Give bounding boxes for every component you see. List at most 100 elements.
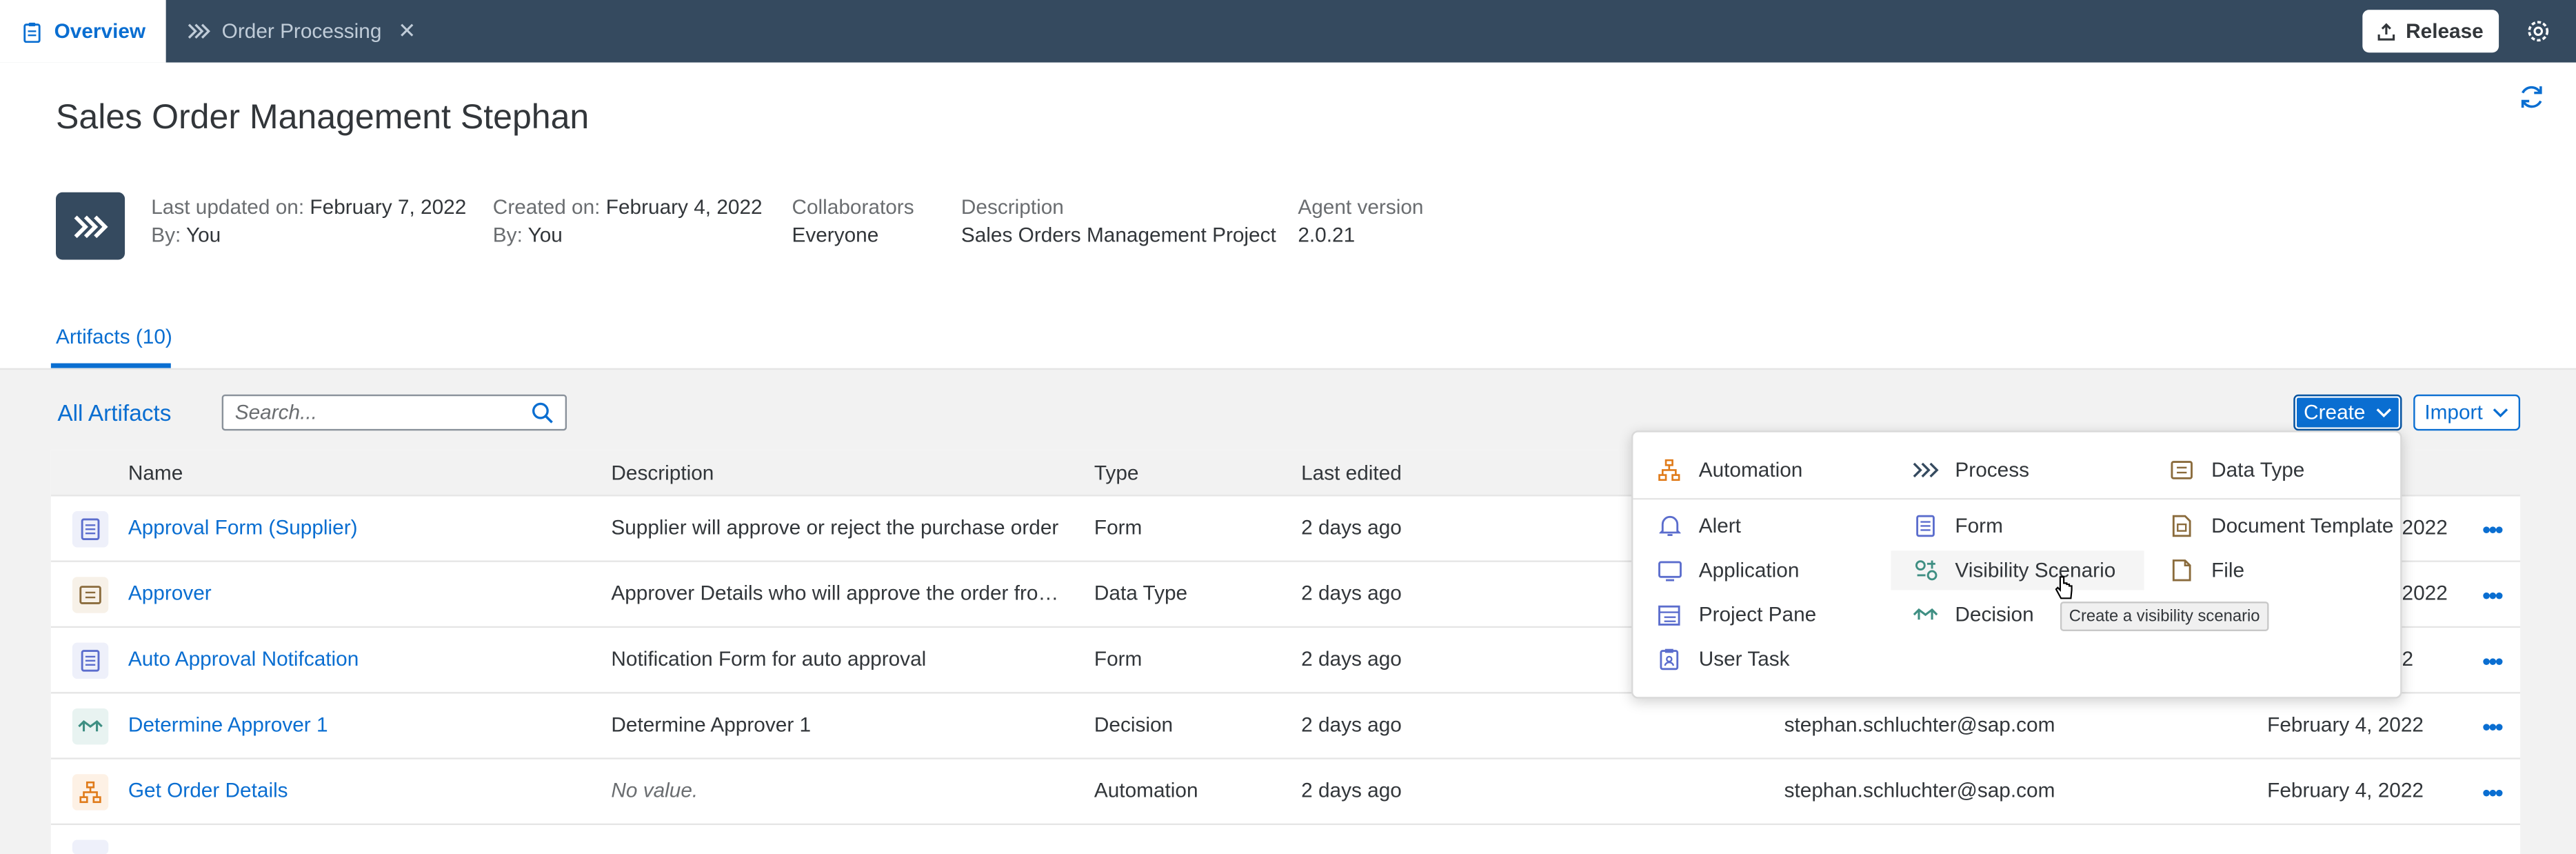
menu-item-visibility-scenario[interactable]: Visibility Scenario — [1891, 550, 2144, 590]
upload-icon — [2378, 22, 2395, 40]
search-field[interactable] — [221, 394, 567, 431]
create-menu: Automation Process Data Type Alert Appli… — [1631, 430, 2402, 699]
section-heading: All Artifacts — [57, 399, 172, 426]
artifact-last-edited: 2 days ago — [1301, 647, 1402, 671]
column-name[interactable]: Name — [128, 462, 183, 485]
create-button[interactable]: Create — [2293, 394, 2402, 431]
artifact-name-link[interactable]: Auto Approval Notifcation — [128, 648, 359, 671]
menu-item-user-task[interactable]: User Task — [1656, 639, 1790, 679]
menu-item-label: Project Pane — [1698, 603, 1817, 626]
tooltip: Create a visibility scenario — [2060, 602, 2269, 631]
menu-item-process[interactable]: Process — [1912, 450, 2029, 490]
artifact-last-edited: 2 days ago — [1301, 582, 1402, 605]
chevron-down-icon — [2376, 408, 2391, 418]
last-by-value: You — [185, 224, 221, 247]
file-icon — [2169, 557, 2195, 584]
menu-item-file[interactable]: File — [2169, 550, 2244, 590]
close-icon[interactable]: ✕ — [398, 18, 416, 44]
collaborators-value: Everyone — [792, 224, 879, 247]
created-value: February 4, 2022 — [605, 195, 763, 219]
artifact-created-date: February 4, 2022 — [2267, 713, 2424, 737]
artifact-type: Form — [1094, 516, 1143, 539]
artifact-name-link[interactable]: Get Order Details — [128, 779, 288, 802]
more-options-icon[interactable]: ••• — [2482, 516, 2503, 542]
menu-item-label: Document Template — [2211, 514, 2394, 538]
artifact-created-date: 2022 — [2402, 516, 2448, 539]
menu-item-label: Visibility Scenario — [1955, 559, 2116, 582]
document-template-icon — [2169, 513, 2195, 539]
menu-item-form[interactable]: Form — [1912, 506, 2003, 546]
import-button[interactable]: Import — [2413, 394, 2521, 431]
menu-item-project-pane[interactable]: Project Pane — [1656, 595, 1816, 635]
form-icon — [72, 511, 109, 548]
more-options-icon[interactable]: ••• — [2482, 779, 2503, 805]
menu-item-label: Application — [1698, 559, 1800, 582]
automation-icon — [1656, 457, 1682, 483]
artifact-type: Form — [1094, 647, 1143, 671]
artifact-last-edited: 2 days ago — [1301, 779, 1402, 802]
last-updated-value: February 7, 2022 — [310, 195, 467, 219]
artifact-name-link[interactable]: Determine Approver 1 — [128, 713, 328, 736]
tab-artifacts[interactable]: Artifacts (10) — [56, 326, 172, 348]
chevron-down-icon — [2493, 408, 2508, 418]
last-updated-label: Last updated on: — [151, 195, 305, 219]
created-by-value: You — [527, 224, 563, 247]
page-title: Sales Order Management Stephan — [56, 98, 590, 137]
column-last-edited[interactable]: Last edited — [1301, 462, 1402, 485]
tab-order-processing[interactable]: Order Processing ✕ — [188, 0, 416, 63]
meta-last-updated: Last updated on: February 7, 2022 By: Yo… — [151, 194, 466, 250]
artifact-type: Automation — [1094, 779, 1198, 802]
menu-item-automation[interactable]: Automation — [1656, 450, 1802, 490]
form-icon — [1912, 513, 1938, 539]
artifact-name-link[interactable]: Approver — [128, 582, 212, 604]
meta-agent-version: Agent version 2.0.21 — [1298, 194, 1423, 250]
menu-item-application[interactable]: Application — [1656, 550, 1800, 590]
more-options-icon[interactable]: ••• — [2482, 713, 2503, 739]
agent-version-value: 2.0.21 — [1298, 224, 1356, 247]
created-by-label: By: — [492, 224, 523, 247]
artifact-name-link[interactable]: Approval Form (Supplier) — [128, 516, 358, 539]
artifact-created-date: 2022 — [2402, 582, 2448, 605]
process-chevrons-icon — [74, 215, 108, 237]
artifact-description: Supplier will approve or reject the purc… — [611, 516, 1059, 539]
project-avatar — [56, 192, 125, 260]
created-label: Created on: — [492, 195, 601, 219]
table-row[interactable] — [50, 825, 2521, 854]
last-by-label: By: — [151, 224, 181, 247]
process-chevrons-icon — [1912, 457, 1939, 483]
artifact-last-edited: 2 days ago — [1301, 516, 1402, 539]
release-label: Release — [2406, 19, 2484, 43]
menu-item-alert[interactable]: Alert — [1656, 506, 1741, 546]
refresh-icon[interactable] — [2517, 82, 2546, 112]
artifact-description: Approver Details who will approve the or… — [611, 582, 1075, 605]
tab-overview[interactable]: Overview — [0, 0, 166, 63]
menu-item-label: Decision — [1955, 603, 2034, 626]
import-label: Import — [2424, 401, 2483, 424]
tab-selected-indicator — [50, 363, 171, 368]
artifact-description: No value. — [611, 779, 698, 802]
menu-item-data-type[interactable]: Data Type — [2169, 450, 2304, 490]
artifact-type: Decision — [1094, 713, 1174, 737]
column-description[interactable]: Description — [611, 462, 714, 485]
menu-divider — [1633, 497, 2401, 500]
search-input[interactable] — [223, 396, 519, 429]
menu-item-document-template[interactable]: Document Template — [2169, 506, 2393, 546]
release-button[interactable]: Release — [2362, 10, 2499, 53]
table-row[interactable]: Get Order Details No value. Automation 2… — [50, 759, 2521, 826]
agent-version-label: Agent version — [1298, 195, 1424, 219]
search-icon[interactable] — [531, 401, 554, 424]
artifact-description: Determine Approver 1 — [611, 713, 812, 737]
menu-item-label: User Task — [1698, 647, 1790, 671]
gear-icon[interactable] — [2524, 17, 2553, 46]
more-options-icon[interactable]: ••• — [2482, 582, 2503, 608]
column-type[interactable]: Type — [1094, 462, 1139, 485]
process-chevrons-icon — [188, 23, 210, 39]
more-options-icon[interactable]: ••• — [2482, 648, 2503, 674]
monitor-icon — [1656, 557, 1682, 584]
menu-item-decision[interactable]: Decision — [1912, 595, 2034, 635]
meta-collaborators: Collaborators Everyone — [792, 194, 914, 250]
table-row[interactable]: Determine Approver 1 Determine Approver … — [50, 693, 2521, 759]
tab-overview-label: Overview — [54, 19, 146, 43]
data-type-icon — [2169, 457, 2195, 483]
menu-item-label: Form — [1955, 514, 2003, 538]
